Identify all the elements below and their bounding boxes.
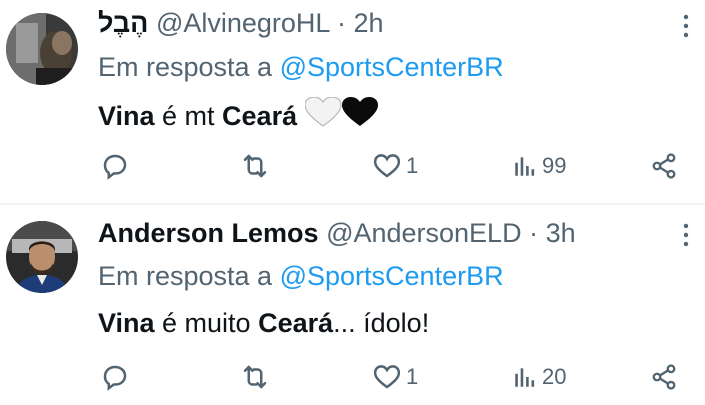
- views-button[interactable]: 20: [512, 357, 566, 397]
- share-icon: [650, 151, 678, 181]
- more-icon[interactable]: [678, 12, 694, 40]
- emoji: [304, 96, 379, 135]
- reply-context: Em resposta a @SportsCenterBR: [98, 259, 504, 293]
- like-button[interactable]: 1: [372, 146, 418, 186]
- views-icon: [512, 362, 538, 392]
- retweet-button[interactable]: [240, 357, 270, 397]
- timestamp[interactable]: 2h: [353, 8, 383, 38]
- tweet[interactable]: הֶבֶל @AlvinegroHL · 2h Em resposta a @S…: [0, 0, 705, 203]
- like-count: 1: [406, 364, 419, 389]
- reply-prefix: Em resposta a: [98, 52, 273, 82]
- separator: ·: [529, 218, 539, 248]
- more-icon[interactable]: [678, 221, 694, 249]
- like-count: 1: [406, 153, 419, 178]
- tweet-text: Vina é mt Ceará: [98, 96, 379, 137]
- bold-text: Vina: [98, 101, 155, 131]
- bold-text: Ceará: [222, 101, 298, 131]
- text-segment: ... ídolo!: [333, 308, 430, 338]
- like-button[interactable]: 1: [372, 357, 418, 397]
- share-button[interactable]: [650, 146, 678, 186]
- bold-text: Ceará: [258, 308, 334, 338]
- separator: ·: [336, 8, 346, 38]
- reply-mention-link[interactable]: @SportsCenterBR: [280, 52, 504, 82]
- timestamp[interactable]: 3h: [546, 218, 576, 248]
- like-icon: [372, 151, 402, 181]
- view-count: 99: [542, 153, 567, 178]
- hearts-emoji: [304, 96, 379, 127]
- user-handle[interactable]: @AlvinegroHL: [156, 8, 329, 38]
- tweet[interactable]: Anderson Lemos @AndersonELD · 3h Em resp…: [0, 205, 705, 405]
- reply-icon: [100, 362, 130, 392]
- reply-button[interactable]: [100, 146, 130, 186]
- display-name[interactable]: הֶבֶל: [98, 8, 148, 38]
- views-button[interactable]: 99: [512, 146, 566, 186]
- share-icon: [650, 362, 678, 392]
- tweet-header: הֶבֶל @AlvinegroHL · 2h: [98, 6, 384, 40]
- retweet-icon: [240, 362, 270, 392]
- bold-text: Vina: [98, 308, 155, 338]
- tweet-actions: 1 99: [0, 146, 705, 186]
- text-segment: é muito: [154, 308, 259, 338]
- text-segment: é mt: [154, 101, 223, 131]
- tweet-header: Anderson Lemos @AndersonELD · 3h: [98, 216, 576, 250]
- retweet-button[interactable]: [240, 146, 270, 186]
- tweet-text: Vina é muito Ceará... ídolo!: [98, 306, 429, 340]
- display-name[interactable]: Anderson Lemos: [98, 218, 319, 248]
- user-handle[interactable]: @AndersonELD: [326, 218, 522, 248]
- reply-icon: [100, 151, 130, 181]
- reply-button[interactable]: [100, 357, 130, 397]
- like-icon: [372, 362, 402, 392]
- tweet-actions: 1 20: [0, 357, 705, 397]
- share-button[interactable]: [650, 357, 678, 397]
- views-icon: [512, 151, 538, 181]
- avatar[interactable]: [6, 13, 78, 85]
- reply-prefix: Em resposta a: [98, 261, 273, 291]
- reply-mention-link[interactable]: @SportsCenterBR: [280, 261, 504, 291]
- view-count: 20: [542, 364, 567, 389]
- retweet-icon: [240, 151, 270, 181]
- avatar[interactable]: [6, 221, 78, 293]
- reply-context: Em resposta a @SportsCenterBR: [98, 50, 504, 84]
